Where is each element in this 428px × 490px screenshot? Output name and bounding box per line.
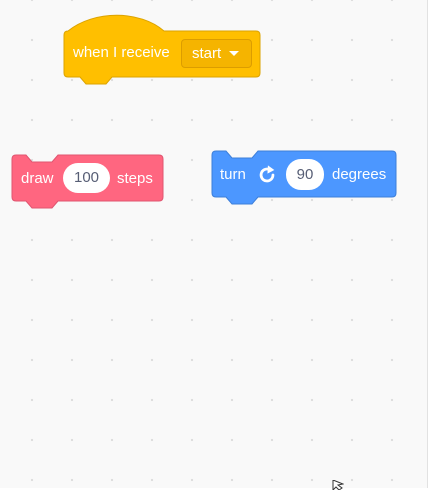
message-dropdown-value: start bbox=[192, 44, 222, 62]
steps-label: steps bbox=[117, 170, 153, 187]
draw-steps-input[interactable]: 100 bbox=[63, 163, 110, 193]
rotate-clockwise-icon bbox=[259, 165, 275, 183]
draw-label: draw bbox=[21, 170, 54, 187]
turn-degrees-value: 90 bbox=[296, 166, 314, 183]
message-dropdown[interactable]: start bbox=[181, 39, 252, 68]
scripts-workspace[interactable]: when I receive start draw 100 steps turn… bbox=[0, 0, 428, 490]
turn-label: turn bbox=[220, 166, 246, 183]
chevron-down-icon bbox=[229, 51, 240, 56]
degrees-label: degrees bbox=[332, 166, 387, 183]
mouse-cursor-icon bbox=[332, 480, 344, 490]
turn-degrees-input[interactable]: 90 bbox=[286, 159, 324, 190]
draw-steps-value: 100 bbox=[73, 169, 100, 186]
when-i-receive-label: when I receive bbox=[73, 44, 170, 61]
